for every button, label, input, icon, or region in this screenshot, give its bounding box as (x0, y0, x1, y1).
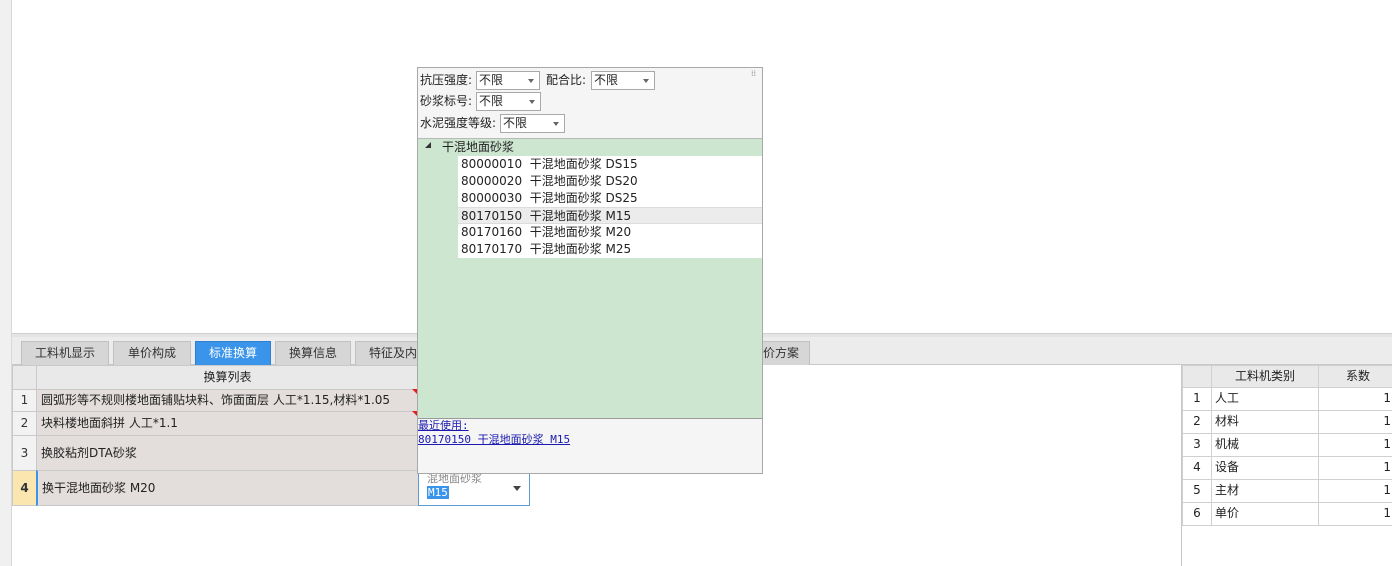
conversion-row-2[interactable]: 块料楼地面斜拼 人工*1.1 (36, 411, 419, 436)
conversion-row-3[interactable]: 换胶粘剂DTA砂浆 (36, 435, 419, 471)
row-number: 2 (1182, 410, 1212, 434)
tree-item-list: 80000010 干混地面砂浆 DS15 80000020 干混地面砂浆 DS2… (458, 156, 762, 258)
coefficient-cell[interactable]: 1 (1318, 502, 1392, 526)
category-cell: 主材 (1211, 479, 1319, 503)
category-cell: 材料 (1211, 410, 1319, 434)
conversion-row-text: 换干混地面砂浆 M20 (42, 481, 156, 495)
row-number-current: 4 (12, 470, 37, 506)
category-cell: 机械 (1211, 433, 1319, 457)
item-name: 干混地面砂浆 M20 (529, 225, 632, 239)
coefficient-cell[interactable]: 1 (1318, 456, 1392, 480)
compressive-strength-select[interactable]: 不限 (476, 71, 540, 90)
recent-usage-label[interactable]: 最近使用: (418, 419, 762, 433)
cement-grade-value: 不限 (503, 116, 528, 130)
mix-ratio-label: 配合比: (546, 73, 587, 87)
item-name: 干混地面砂浆 DS25 (529, 191, 638, 205)
row-number: 3 (1182, 433, 1212, 457)
item-name: 干混地面砂浆 M15 (529, 209, 632, 223)
row-number: 3 (12, 435, 37, 471)
mortar-grade-value: 不限 (479, 94, 504, 108)
collapse-triangle-icon[interactable] (425, 142, 431, 148)
coefficient-cell[interactable]: 1 (1318, 433, 1392, 457)
tree-root-label[interactable]: 干混地面砂浆 (442, 139, 514, 156)
category-cell: 单价 (1211, 502, 1319, 526)
cement-grade-label: 水泥强度等级: (420, 116, 497, 130)
conversion-list-header: 换算列表 (36, 365, 419, 390)
category-grid-corner (1182, 365, 1212, 388)
category-header: 工料机类别 (1211, 365, 1319, 388)
mix-ratio-value: 不限 (594, 73, 619, 87)
tree-item[interactable]: 80000010 干混地面砂浆 DS15 (458, 156, 762, 173)
chevron-down-icon[interactable] (513, 486, 521, 491)
combo-selected-text: M15 (427, 486, 449, 499)
conversion-row-1[interactable]: 圆弧形等不规则楼地面铺贴块料、饰面面层 人工*1.15,材料*1.05 (36, 389, 419, 412)
cement-grade-select[interactable]: 不限 (500, 114, 565, 133)
item-name: 干混地面砂浆 DS20 (529, 174, 638, 188)
tab-conversion-info[interactable]: 换算信息 (275, 341, 351, 365)
tab-standard-conversion[interactable]: 标准换算 (195, 341, 271, 365)
recent-item-link[interactable]: 80170150 干混地面砂浆 M15 (418, 433, 762, 447)
mortar-grade-select[interactable]: 不限 (476, 92, 541, 111)
item-code: 80170150 (461, 209, 523, 223)
grid-corner (12, 365, 37, 390)
tab-unit-price[interactable]: 单价构成 (113, 341, 191, 365)
tree-item[interactable]: 80170160 干混地面砂浆 M20 (458, 224, 762, 241)
conversion-row-text: 换胶粘剂DTA砂浆 (41, 446, 137, 460)
mortar-grade-label: 砂浆标号: (420, 94, 473, 108)
chevron-down-icon (528, 79, 534, 83)
coefficient-header: 系数 (1318, 365, 1392, 388)
tree-item[interactable]: 80000020 干混地面砂浆 DS20 (458, 173, 762, 190)
chevron-down-icon (643, 79, 649, 83)
row-number: 6 (1182, 502, 1212, 526)
tree-item[interactable]: 80000030 干混地面砂浆 DS25 (458, 190, 762, 207)
recent-usage-section: 最近使用: 80170150 干混地面砂浆 M15 (418, 419, 762, 473)
conversion-row-4[interactable]: 换干混地面砂浆 M20 (36, 470, 419, 506)
compressive-label: 抗压强度: (420, 73, 473, 87)
conversion-row-text: 圆弧形等不规则楼地面铺贴块料、饰面面层 人工*1.15,材料*1.05 (41, 393, 391, 407)
row-number: 2 (12, 411, 37, 436)
tab-material-display[interactable]: 工料机显示 (21, 341, 109, 365)
item-code: 80000020 (461, 174, 523, 188)
coefficient-cell[interactable]: 1 (1318, 410, 1392, 434)
category-cell: 人工 (1211, 387, 1319, 411)
tree-item-selected[interactable]: 80170150 干混地面砂浆 M15 (458, 207, 762, 224)
resize-grip-icon[interactable]: ⁞⁞ (751, 70, 759, 78)
item-code: 80170160 (461, 225, 523, 239)
item-name: 干混地面砂浆 M25 (529, 242, 632, 256)
category-cell: 设备 (1211, 456, 1319, 480)
item-code: 80000010 (461, 157, 523, 171)
tree-item[interactable]: 80170170 干混地面砂浆 M25 (458, 241, 762, 258)
category-panel: 工料机类别 系数 1 人工 1 2 材料 1 3 机械 1 4 设备 1 5 主… (1181, 365, 1392, 566)
material-tree: 干混地面砂浆 80000010 干混地面砂浆 DS15 80000020 干混地… (418, 138, 762, 419)
conversion-row-text: 块料楼地面斜拼 人工*1.1 (41, 416, 178, 430)
item-name: 干混地面砂浆 DS15 (529, 157, 638, 171)
compressive-value: 不限 (479, 73, 504, 87)
chevron-down-icon (553, 122, 559, 126)
mortar-combo-box[interactable]: 混地面砂浆 M15 (418, 470, 530, 506)
item-code: 80000030 (461, 191, 523, 205)
chevron-down-icon (529, 100, 535, 104)
item-code: 80170170 (461, 242, 523, 256)
left-gutter (0, 0, 12, 566)
row-number: 4 (1182, 456, 1212, 480)
coefficient-cell[interactable]: 1 (1318, 479, 1392, 503)
row-number: 1 (1182, 387, 1212, 411)
row-number: 1 (12, 389, 37, 412)
row-number: 5 (1182, 479, 1212, 503)
coefficient-cell[interactable]: 1 (1318, 387, 1392, 411)
mortar-selection-popup: ⁞⁞ 抗压强度: 不限 配合比: 不限 砂浆标号: 不限 水泥强度等级: 不限 … (417, 67, 763, 474)
mix-ratio-select[interactable]: 不限 (591, 71, 655, 90)
